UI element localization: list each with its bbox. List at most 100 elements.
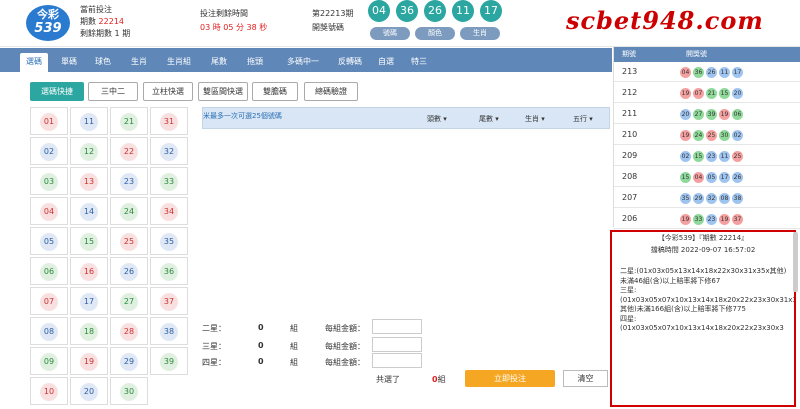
number-cell[interactable]: 11 [70,107,108,135]
tab-multi[interactable]: 多碼中一 [278,53,328,72]
number-cell[interactable]: 15 [70,227,108,255]
number-cell[interactable]: 35 [150,227,188,255]
number-cell[interactable]: 28 [110,317,148,345]
number-ball: 25 [120,233,138,251]
number-ball: 24 [120,203,138,221]
number-cell[interactable]: 27 [110,287,148,315]
number-ball: 21 [120,113,138,131]
history-ball: 04 [680,67,691,78]
tail-filter[interactable]: 尾數 ▾ [479,114,499,124]
history-row: 207 35 29 32 08 38 [614,188,800,208]
history-ball: 05 [706,172,717,183]
history-ball: 19 [680,214,691,225]
number-cell[interactable]: 34 [150,197,188,225]
history-ball: 24 [693,130,704,141]
number-cell[interactable]: 13 [70,167,108,195]
number-ball: 17 [80,293,98,311]
submit-bet-button[interactable]: 立即投注 [465,370,555,387]
number-cell[interactable]: 36 [150,257,188,285]
tab-special3[interactable]: 特三 [404,53,434,72]
history-ball: 32 [706,193,717,204]
tab-tail[interactable]: 尾數 [204,53,234,72]
number-cell[interactable]: 03 [30,167,68,195]
tab-zodiac-group[interactable]: 生肖組 [160,53,198,72]
history-ball: 02 [680,151,691,162]
history-ball: 17 [732,67,743,78]
head-count-filter[interactable]: 頭數 ▾ [427,114,447,124]
number-cell[interactable]: 07 [30,287,68,315]
number-cell[interactable]: 08 [30,317,68,345]
history-ball: 20 [732,88,743,99]
history-ball: 19 [680,88,691,99]
quick-select-button[interactable]: 選碼快捷 [30,82,84,101]
number-cell[interactable]: 33 [150,167,188,195]
four-star-amount-input[interactable] [372,353,422,368]
three-star-amount-input[interactable] [372,337,422,352]
number-cell[interactable]: 19 [70,347,108,375]
countdown-time: 03 時 05 分 38 秒 [200,23,268,32]
view-color-button[interactable]: 顏色 [415,27,455,40]
number-cell[interactable]: 22 [110,137,148,165]
history-numbers-header: 開獎號 [686,50,707,58]
number-ball: 04 [40,203,58,221]
number-cell[interactable]: 10 [30,377,68,405]
number-cell[interactable]: 04 [30,197,68,225]
view-zodiac-button[interactable]: 生肖 [460,27,500,40]
tab-single[interactable]: 單碼 [54,53,84,72]
total-verify-button[interactable]: 總碼驗證 [304,82,358,101]
tab-select[interactable]: 選碼 [20,53,48,72]
number-cell[interactable]: 18 [70,317,108,345]
number-ball: 37 [160,293,178,311]
number-cell[interactable]: 29 [110,347,148,375]
element-filter[interactable]: 五行 ▾ [573,114,593,124]
number-ball: 23 [120,173,138,191]
number-cell[interactable]: 38 [150,317,188,345]
number-cell[interactable]: 25 [110,227,148,255]
number-cell[interactable]: 17 [70,287,108,315]
number-cell[interactable]: 14 [70,197,108,225]
number-cell[interactable]: 01 [30,107,68,135]
number-cell[interactable]: 05 [30,227,68,255]
number-cell[interactable]: 31 [150,107,188,135]
tab-reverse[interactable]: 反轉碼 [330,53,370,72]
number-ball: 05 [40,233,58,251]
number-cell[interactable]: 32 [150,137,188,165]
clear-button[interactable]: 清空 [563,370,608,387]
history-row: 212 19 07 21 15 20 [614,83,800,103]
double-banker-button[interactable]: 雙膽碼 [252,82,298,101]
number-cell[interactable]: 20 [70,377,108,405]
tab-custom[interactable]: 自選 [372,53,400,72]
three-two-button[interactable]: 三中二 [88,82,138,101]
history-ball: 27 [693,109,704,120]
double-range-button[interactable]: 雙區間快選 [198,82,248,101]
pillar-quick-button[interactable]: 立柱快選 [143,82,193,101]
history-row: 213 04 36 26 11 17 [614,62,800,82]
number-cell[interactable]: 06 [30,257,68,285]
number-cell[interactable]: 21 [110,107,148,135]
number-cell[interactable]: 23 [110,167,148,195]
history-row: 206 19 33 23 19 37 [614,209,800,229]
number-cell[interactable]: 09 [30,347,68,375]
number-ball: 38 [160,323,178,341]
tab-zodiac[interactable]: 生肖 [124,53,154,72]
two-star-amount-input[interactable] [372,319,422,334]
view-number-button[interactable]: 號碼 [370,27,410,40]
number-cell[interactable]: 37 [150,287,188,315]
number-cell[interactable]: 16 [70,257,108,285]
zodiac-filter[interactable]: 生肖 ▾ [525,114,545,124]
number-cell[interactable]: 12 [70,137,108,165]
number-cell[interactable]: 30 [110,377,148,405]
popup-scrollbar[interactable] [793,232,798,292]
tab-color[interactable]: 球色 [88,53,118,72]
history-period: 212 [622,88,638,97]
three-star-amount-label: 每組金額： [325,342,365,351]
three-star-count: 0 [258,341,264,350]
number-ball: 22 [120,143,138,161]
number-cell[interactable]: 24 [110,197,148,225]
number-cell[interactable]: 02 [30,137,68,165]
number-ball: 10 [40,383,58,401]
panel-header: 米最多一次可選25個號碼 頭數 ▾ 尾數 ▾ 生肖 ▾ 五行 ▾ [202,107,610,129]
number-cell[interactable]: 26 [110,257,148,285]
tab-drag[interactable]: 拖頭 [240,53,270,72]
number-cell[interactable]: 39 [150,347,188,375]
